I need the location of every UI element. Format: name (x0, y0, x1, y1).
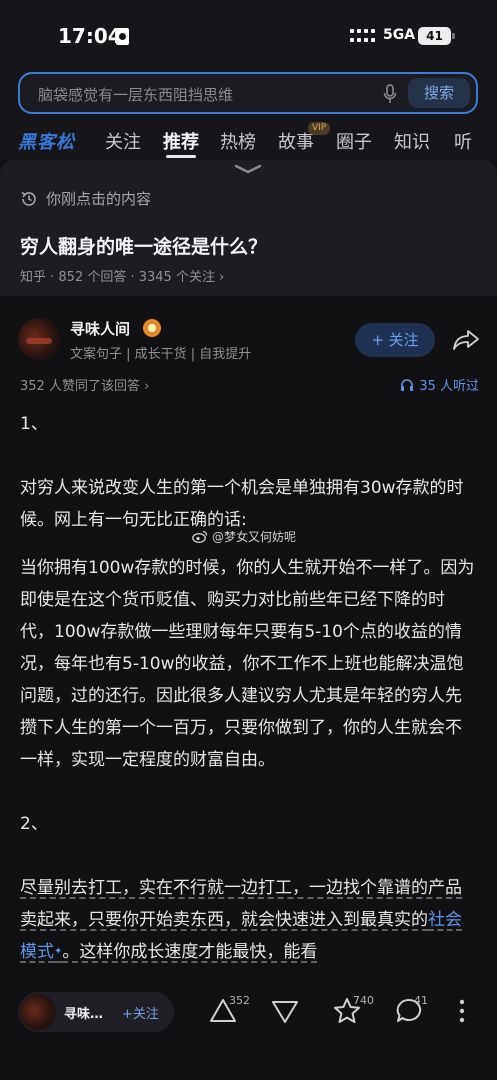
signal-icon (350, 29, 375, 33)
mini-follow-button[interactable]: +关注 (122, 1003, 159, 1022)
microphone-icon[interactable] (383, 84, 397, 104)
bottom-action-bar: 寻味… +关注 352 740 41 (0, 978, 497, 1080)
mini-author-chip[interactable]: 寻味… +关注 (18, 992, 174, 1032)
paragraph: 当你拥有100w存款的时候，你的人生就开始不一样了。因为即使是在这个货币贬值、购… (20, 558, 475, 770)
chevron-down-icon[interactable] (233, 162, 263, 176)
tab-circles[interactable]: 圈子 (336, 128, 372, 154)
tab-hot[interactable]: 热榜 (220, 128, 256, 154)
watermark-text: @梦女又何妨呢 (212, 530, 297, 544)
likes-count-line[interactable]: 352 人赞同了该回答 › (20, 375, 149, 394)
paragraph-text: 尽量别去打工，实在不行就一边打工，一边找个靠谱的产品卖起来，只要你开始卖东西，就… (20, 878, 462, 930)
author-badge-icon (143, 319, 161, 337)
paragraph: 尽量别去打工，实在不行就一边打工，一边找个靠谱的产品卖起来，只要你开始卖东西，就… (20, 872, 478, 968)
downvote-icon[interactable] (270, 996, 300, 1026)
tab-recommend[interactable]: 推荐 (163, 128, 199, 154)
question-title[interactable]: 穷人翻身的唯一途径是什么？ (20, 232, 267, 259)
favorite-count: 740 (353, 994, 374, 1007)
tab-listen[interactable]: 听 (454, 128, 472, 154)
recent-text: 你刚点击的内容 (46, 190, 152, 208)
author-avatar[interactable] (18, 318, 60, 360)
search-button[interactable]: 搜索 (408, 78, 470, 108)
signal-icon-lower (350, 38, 375, 42)
status-time: 17:04 (58, 24, 122, 48)
question-meta[interactable]: 知乎 · 852 个回答 · 3345 个关注 › (20, 266, 224, 285)
paragraph: 1、 (20, 414, 48, 434)
author-name[interactable]: 寻味人间 (70, 318, 130, 339)
share-icon[interactable] (452, 328, 480, 352)
headphones-icon (401, 378, 414, 391)
status-bar: 17:04 5GA 41 (0, 0, 497, 72)
mini-avatar[interactable] (20, 994, 56, 1030)
listen-count-text: 35 人听过 (419, 379, 479, 394)
network-type: 5GA (383, 27, 416, 43)
app-header: 脑袋感觉有一层东西阻挡思维 搜索 黑客松 关注 推荐 热榜 故事 VIP 圈子 … (0, 72, 497, 160)
tab-hackathon[interactable]: 黑客松 (18, 128, 75, 154)
author-description: 文案句子 | 成长干货 | 自我提升 (70, 347, 252, 362)
history-icon (21, 191, 36, 206)
comment-count: 41 (414, 994, 428, 1007)
paragraph: 2、 (20, 814, 48, 834)
top-tabs: 黑客松 关注 推荐 热榜 故事 VIP 圈子 知识 听 (18, 122, 497, 160)
recent-question-card[interactable]: 你刚点击的内容 穷人翻身的唯一途径是什么？ 知乎 · 852 个回答 · 334… (0, 160, 497, 296)
search-input[interactable]: 脑袋感觉有一层东西阻挡思维 (38, 84, 233, 105)
listen-count[interactable]: 35 人听过 (400, 375, 479, 394)
contact-card-icon (116, 28, 129, 45)
tab-knowledge[interactable]: 知识 (394, 128, 430, 154)
follow-button[interactable]: + 关注 (355, 323, 435, 357)
mini-author-name[interactable]: 寻味… (64, 1003, 103, 1022)
search-bar[interactable]: 脑袋感觉有一层东西阻挡思维 搜索 (18, 72, 478, 114)
answer-content: 1、 对穷人来说改变人生的第一个机会是单独拥有30w存款的时候。网上有一句无比正… (20, 408, 478, 968)
more-options-icon[interactable] (458, 998, 466, 1024)
paragraph-text: 。这样你成长速度才能最快，能看 (62, 942, 318, 962)
weibo-icon (192, 530, 208, 543)
recent-label: 你刚点击的内容 (20, 188, 151, 209)
weibo-watermark: @梦女又何妨呢 (192, 528, 296, 545)
vip-badge: VIP (308, 122, 331, 135)
upvote-count: 352 (229, 994, 250, 1007)
tab-following[interactable]: 关注 (105, 128, 141, 154)
active-tab-indicator (166, 155, 196, 158)
battery-icon: 41 (418, 27, 455, 45)
